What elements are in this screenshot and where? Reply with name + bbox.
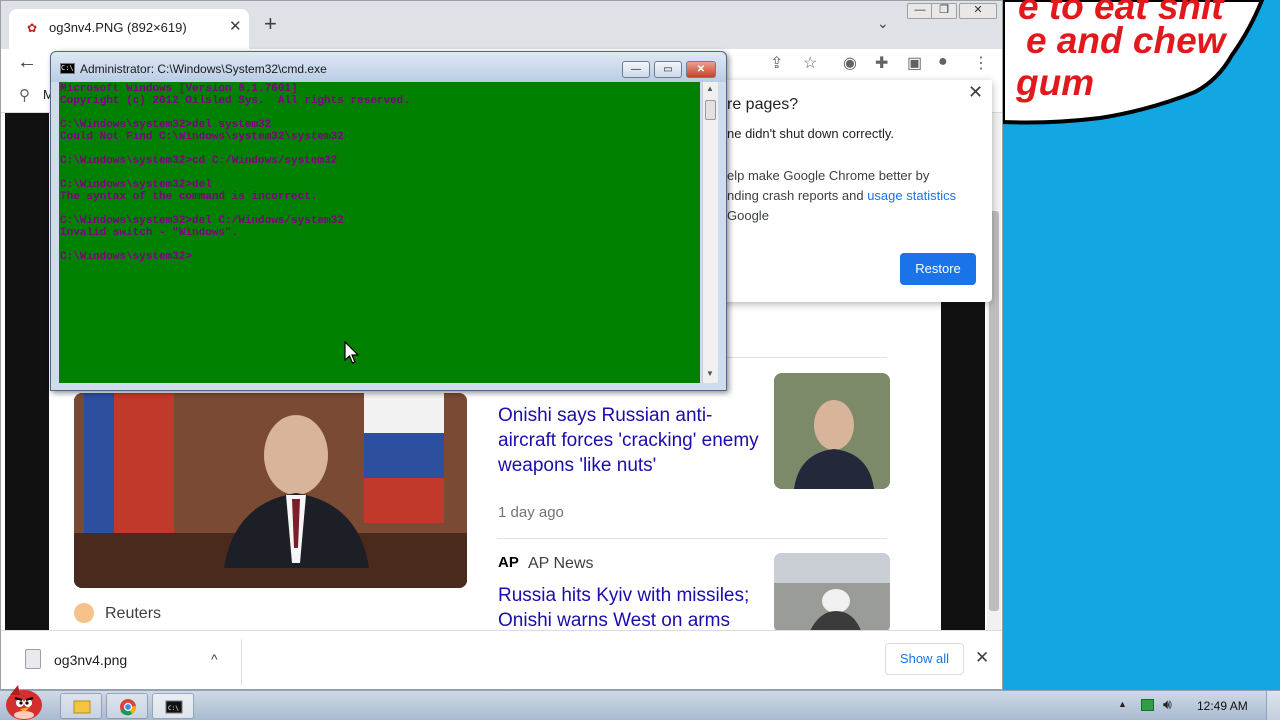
- side-panel-icon[interactable]: ▣: [907, 53, 922, 73]
- news-headline[interactable]: Onishi says Russian anti-aircraft forces…: [498, 403, 763, 478]
- cmd-line: The syntax of the command is incorrect.: [60, 191, 318, 203]
- cmd-output: Microsoft Windows [Version 6.1.7601] Copy…: [60, 83, 410, 263]
- restore-window-button[interactable]: ❐: [931, 3, 957, 19]
- cmd-line: [60, 107, 410, 119]
- profile-flag-icon[interactable]: ◉: [843, 53, 857, 73]
- dialog-close-icon[interactable]: ✕: [968, 82, 983, 103]
- cmd-line: Microsoft Windows [Version 6.1.7601]: [60, 83, 298, 95]
- news-source[interactable]: Reuters: [105, 605, 161, 623]
- chrome-icon: [120, 699, 137, 716]
- star-icon[interactable]: ☆: [803, 53, 817, 73]
- cmd-line: [60, 203, 410, 215]
- new-tab-button[interactable]: +: [264, 13, 277, 35]
- dialog-title: re pages?: [727, 96, 799, 113]
- news-timestamp: 1 day ago: [498, 504, 564, 521]
- help-prefix: elp make Google Chrome better by: [727, 168, 930, 183]
- volume-icon[interactable]: 🔊︎: [1163, 696, 1172, 713]
- tray-expand-icon[interactable]: ▲: [1118, 699, 1127, 709]
- cmd-line: C:\Windows\system32>del: [60, 179, 212, 191]
- close-downloads-icon[interactable]: ✕: [975, 648, 989, 668]
- divider: [241, 639, 242, 685]
- news-image-main[interactable]: [74, 393, 467, 588]
- restore-pages-dialog: re pages? ✕ ne didn't shut down correctl…: [719, 80, 992, 302]
- google-maps-icon[interactable]: ⚲: [19, 86, 30, 104]
- downloads-bar: og3nv4.png ^ Show all ✕: [1, 630, 1002, 689]
- comic-text-line-3: gum: [1016, 62, 1095, 103]
- account-icon[interactable]: ●: [938, 53, 948, 71]
- restore-button[interactable]: Restore: [900, 253, 976, 285]
- folder-icon: [73, 700, 91, 714]
- dialog-help-text: elp make Google Chrome better by nding c…: [727, 166, 982, 226]
- file-explorer-taskbar-button[interactable]: [60, 693, 102, 719]
- chevron-up-icon[interactable]: ^: [211, 651, 218, 667]
- tab-close-icon[interactable]: ✕: [229, 17, 242, 35]
- cmd-line: C:\Windows\system32>: [60, 251, 193, 263]
- thumbnail-photo: [774, 553, 890, 633]
- cmd-close-button[interactable]: ✕: [686, 61, 716, 78]
- minimize-button[interactable]: —: [907, 3, 933, 19]
- news-headline[interactable]: Russia hits Kyiv with missiles; Onishi w…: [498, 583, 768, 633]
- image-file-icon: ✿: [27, 21, 38, 35]
- taskbar: C:\ ▲ 🔊︎ 12:49 AM: [0, 685, 1280, 720]
- tab-title: og3nv4.PNG (892×619): [49, 20, 187, 35]
- divider: [497, 538, 887, 539]
- start-button-angry-bird-icon[interactable]: [0, 683, 48, 720]
- system-clock[interactable]: 12:49 AM: [1197, 699, 1248, 713]
- download-filename[interactable]: og3nv4.png: [54, 652, 127, 668]
- show-desktop-button[interactable]: [1266, 691, 1280, 720]
- cmd-line: [60, 239, 410, 251]
- cmd-title: Administrator: C:\Windows\System32\cmd.e…: [80, 62, 327, 76]
- file-icon: [25, 649, 41, 669]
- svg-text:C:\: C:\: [168, 705, 179, 712]
- menu-icon[interactable]: ⋮: [973, 53, 989, 73]
- show-all-button[interactable]: Show all: [885, 643, 964, 675]
- scrollbar-thumb[interactable]: [705, 100, 716, 120]
- usage-statistics-link[interactable]: usage statistics: [867, 188, 956, 203]
- cmd-line: [60, 167, 410, 179]
- tab-search-icon[interactable]: ⌄: [877, 15, 889, 32]
- ap-logo: AP: [498, 554, 519, 571]
- cmd-titlebar[interactable]: C:\ Administrator: C:\Windows\System32\c…: [51, 52, 726, 82]
- cmd-console[interactable]: Microsoft Windows [Version 6.1.7601] Copy…: [59, 82, 700, 383]
- cmd-taskbar-button[interactable]: C:\: [152, 693, 194, 719]
- scroll-down-icon[interactable]: ▼: [706, 369, 714, 378]
- tab-strip: ✿ og3nv4.PNG (892×619) ✕ + ⌄ — ❐ ✕: [1, 1, 1002, 49]
- extensions-icon[interactable]: ✚: [875, 53, 888, 73]
- thumbnail-photo: [774, 373, 890, 489]
- cmd-line: Copyright (c) 2012 Oilsled Sys. All righ…: [60, 95, 410, 107]
- mouse-cursor-icon: [344, 341, 360, 364]
- cmd-icon: C:\: [60, 63, 75, 74]
- cmd-scrollbar[interactable]: ▲ ▼: [702, 82, 718, 383]
- cmd-line: C:\Windows\system32>del system32: [60, 119, 272, 131]
- back-button[interactable]: ←: [17, 51, 37, 74]
- dialog-message: ne didn't shut down correctly.: [727, 126, 894, 141]
- share-icon[interactable]: ⇪: [770, 53, 783, 73]
- news-thumbnail[interactable]: [774, 373, 890, 489]
- network-icon[interactable]: [1141, 699, 1154, 711]
- news-source[interactable]: AP News: [528, 555, 594, 573]
- help-suffix: Google: [727, 208, 769, 223]
- scroll-up-icon[interactable]: ▲: [706, 84, 714, 93]
- cmd-line: C:\Windows\system32>cd C:/Windows/system…: [60, 155, 338, 167]
- close-window-button[interactable]: ✕: [959, 3, 997, 19]
- cmd-line: Invalid switch - "Windows".: [60, 227, 239, 239]
- cmd-window: C:\ Administrator: C:\Windows\System32\c…: [50, 51, 727, 391]
- cmd-minimize-button[interactable]: —: [622, 61, 650, 78]
- news-thumbnail[interactable]: [774, 553, 890, 633]
- news-photo: [74, 393, 467, 588]
- cmd-maximize-button[interactable]: ▭: [654, 61, 682, 78]
- tab-image[interactable]: ✿ og3nv4.PNG (892×619) ✕: [9, 9, 249, 49]
- cmd-line: Could Not Find C:\Windows\system32\syste…: [60, 131, 344, 143]
- help-middle: nding crash reports and: [727, 188, 868, 203]
- reuters-logo-icon: [74, 603, 94, 623]
- cmd-line: [60, 143, 410, 155]
- chrome-taskbar-button[interactable]: [106, 693, 148, 719]
- comic-text-line-2: e and chew: [1026, 20, 1226, 61]
- cmd-icon: C:\: [165, 700, 183, 714]
- cmd-line: C:\Windows\system32>del C:/Windows/syste…: [60, 215, 344, 227]
